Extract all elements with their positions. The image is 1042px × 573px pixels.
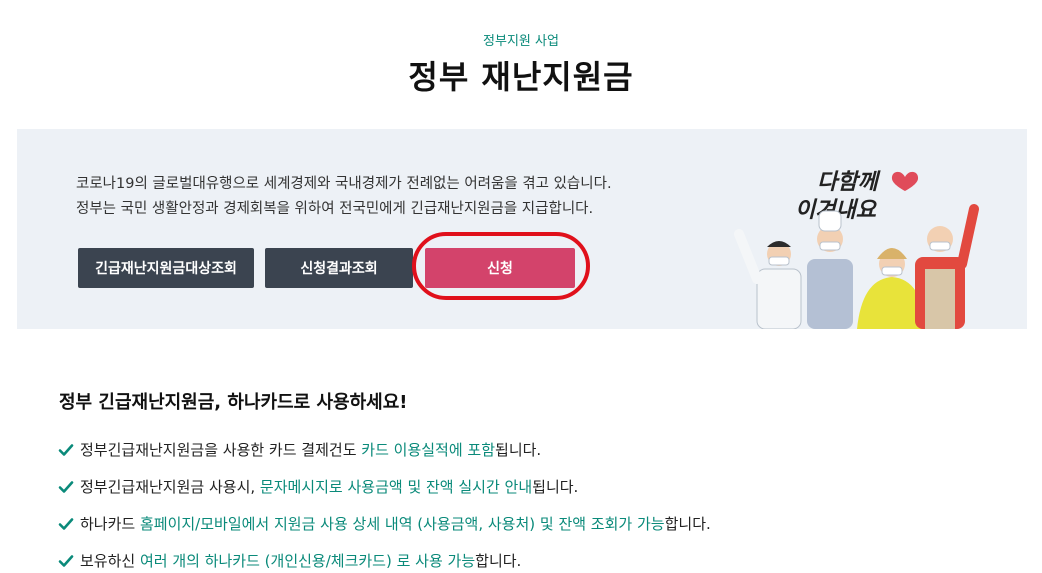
eyebrow-label: 정부지원 사업: [483, 34, 559, 49]
benefit-list: 정부긴급재난지원금을 사용한 카드 결제건도 카드 이용실적에 포함됩니다. 정…: [57, 431, 711, 573]
check-icon: [58, 443, 74, 456]
banner-line-2: 정부는 국민 생활안정과 경제회복을 위하여 전국민에게 긴급재난지원금을 지급…: [76, 201, 594, 217]
benefit-text: 보유하신 여러 개의 하나카드 (개인신용/체크카드) 로 사용 가능합니다.: [80, 552, 522, 570]
chef-figure: [807, 210, 853, 329]
list-item: 하나카드 홈페이지/모바일에서 지원금 사용 상세 내역 (사용금액, 사용처)…: [57, 505, 711, 542]
together-illustration: 다함께 이겨내요: [734, 170, 979, 329]
check-icon: [58, 480, 74, 493]
benefit-text: 정부긴급재난지원금을 사용한 카드 결제건도 카드 이용실적에 포함됩니다.: [80, 441, 542, 459]
benefit-text: 정부긴급재난지원금 사용시, 문자메시지로 사용금액 및 잔액 실시간 안내됩니…: [80, 478, 579, 496]
benefit-text: 하나카드 홈페이지/모바일에서 지원금 사용 상세 내역 (사용금액, 사용처)…: [80, 515, 711, 533]
banner-line-1: 코로나19의 글로벌대유행으로 세계경제와 국내경제가 전례없는 어려움을 겪고…: [76, 176, 612, 192]
banner-description: 코로나19의 글로벌대유행으로 세계경제와 국내경제가 전례없는 어려움을 겪고…: [76, 172, 612, 222]
intro-banner: 코로나19의 글로벌대유행으로 세계경제와 국내경제가 전례없는 어려움을 겪고…: [17, 129, 1027, 329]
page-title: 정부 재난지원금: [408, 58, 634, 96]
slogan-line-1: 다함께: [817, 170, 881, 195]
check-icon: [58, 517, 74, 530]
eligibility-check-button[interactable]: 긴급재난지원금대상조회: [78, 248, 254, 288]
result-check-button[interactable]: 신청결과조회: [265, 248, 413, 288]
merchant-figure: [915, 204, 979, 329]
heart-icon: [891, 171, 919, 191]
check-icon: [58, 554, 74, 567]
list-item: 정부긴급재난지원금 사용시, 문자메시지로 사용금액 및 잔액 실시간 안내됩니…: [57, 468, 711, 505]
doctor-figure: [734, 229, 802, 329]
list-item: 보유하신 여러 개의 하나카드 (개인신용/체크카드) 로 사용 가능합니다.: [57, 542, 711, 573]
apply-button[interactable]: 신청: [425, 248, 575, 288]
section-heading: 정부 긴급재난지원금, 하나카드로 사용하세요!: [59, 392, 408, 413]
list-item: 정부긴급재난지원금을 사용한 카드 결제건도 카드 이용실적에 포함됩니다.: [57, 431, 711, 468]
